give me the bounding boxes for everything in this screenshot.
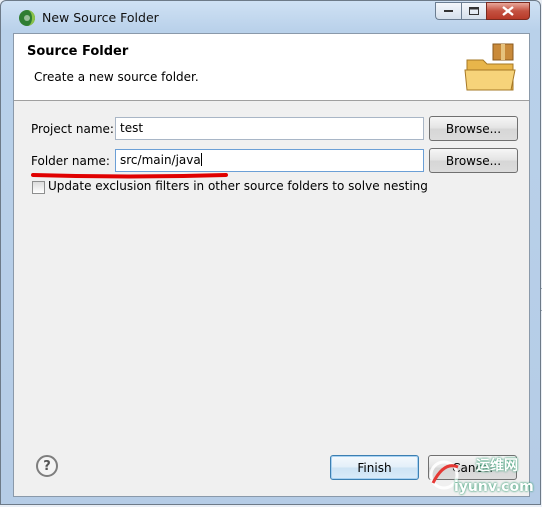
maximize-icon bbox=[468, 6, 479, 15]
folder-with-package-icon bbox=[464, 43, 516, 91]
project-browse-button[interactable]: Browse... bbox=[429, 116, 518, 141]
window-controls bbox=[435, 2, 530, 22]
close-button[interactable] bbox=[486, 2, 530, 20]
project-name-field[interactable]: test bbox=[115, 117, 424, 140]
update-exclusion-label: Update exclusion filters in other source… bbox=[48, 179, 428, 193]
text-caret bbox=[200, 153, 202, 166]
banner-description: Create a new source folder. bbox=[34, 70, 199, 84]
project-name-label: Project name: bbox=[31, 122, 114, 136]
minimize-icon bbox=[443, 10, 453, 12]
folder-name-field[interactable]: src/main/java bbox=[115, 149, 424, 172]
watermark-text-bottom: iyunv.com bbox=[454, 479, 534, 495]
minimize-button[interactable] bbox=[435, 2, 461, 20]
wizard-banner: Source Folder Create a new source folder… bbox=[14, 34, 529, 101]
help-question-icon[interactable]: ? bbox=[36, 455, 58, 477]
folder-name-label: Folder name: bbox=[31, 154, 110, 168]
watermark-text-top: 运维网 bbox=[476, 458, 518, 474]
watermark: 运维网 iyunv.com bbox=[424, 453, 534, 503]
dialog-window: New Source Folder Source Folder Create a… bbox=[0, 0, 541, 505]
maximize-button[interactable] bbox=[461, 2, 486, 20]
dialog-client-area: Source Folder Create a new source folder… bbox=[13, 33, 530, 497]
window-title: New Source Folder bbox=[42, 10, 159, 25]
folder-name-value: src/main/java bbox=[120, 153, 201, 167]
close-icon bbox=[502, 6, 514, 16]
eclipse-app-icon bbox=[19, 10, 35, 26]
finish-button[interactable]: Finish bbox=[330, 455, 419, 480]
banner-title: Source Folder bbox=[27, 44, 129, 59]
update-exclusion-checkbox[interactable] bbox=[32, 181, 45, 194]
title-bar[interactable]: New Source Folder bbox=[1, 1, 540, 33]
folder-browse-button[interactable]: Browse... bbox=[429, 148, 518, 173]
